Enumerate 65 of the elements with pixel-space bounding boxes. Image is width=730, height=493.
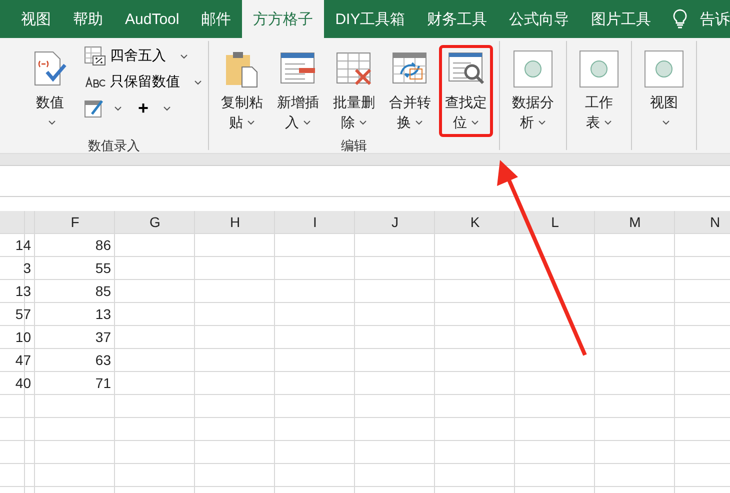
ribbon-button[interactable]: 数据分 析: [506, 45, 560, 150]
lightbulb-icon[interactable]: [672, 9, 688, 29]
caret-icon: [359, 120, 367, 124]
caret-icon: [604, 120, 612, 124]
ribbon-tab[interactable]: 图片工具: [580, 0, 662, 38]
caret-icon: [538, 120, 546, 124]
ribbon-tab[interactable]: DIY工具箱: [324, 0, 416, 38]
group-label: 编辑: [340, 137, 368, 155]
table-pencil-icon: [84, 98, 106, 118]
caret-icon: [162, 106, 171, 110]
ribbon-button[interactable]: 合并转 换: [383, 45, 437, 137]
table-cell-text: 85: [94, 282, 112, 301]
table-cell-text: 40: [14, 374, 32, 393]
ribbon-small-button[interactable]: 四舍五入: [84, 45, 202, 67]
ribbon-tab[interactable]: 公式向导: [498, 0, 580, 38]
document-check-icon: [32, 50, 68, 88]
table-cell-text: 55: [94, 259, 112, 278]
caret-icon: [114, 106, 122, 110]
table-cell-text: 86: [94, 236, 112, 255]
ribbon-button[interactable]: 工作 表: [573, 45, 625, 150]
ribbon-small-button[interactable]: +: [84, 97, 202, 119]
caret-icon: [48, 120, 56, 124]
column-header[interactable]: I: [275, 211, 355, 234]
group-label: 数值录入: [87, 137, 141, 155]
table-delete-icon: [335, 50, 373, 88]
ribbon-button[interactable]: 视图: [638, 45, 690, 150]
column-header[interactable]: M: [595, 211, 675, 234]
table-cell-text: 57: [14, 305, 32, 324]
table-cell-text: 71: [94, 374, 112, 393]
table-cell-text: 10: [14, 328, 32, 347]
ribbon-tab[interactable]: 方方格子: [242, 0, 324, 38]
table-cell-text: 47: [14, 351, 32, 370]
table-cell-text: 37: [94, 328, 112, 347]
table-cell-text: 13: [94, 305, 112, 324]
caret-icon: [194, 80, 202, 84]
ribbon-tab[interactable]: 财务工具: [416, 0, 498, 38]
ribbon-button[interactable]: 查找定 位: [439, 45, 493, 137]
caret-icon: [662, 120, 670, 124]
column-header[interactable]: K: [435, 211, 515, 234]
ribbon-tab[interactable]: 邮件: [190, 0, 242, 38]
tell-me-search[interactable]: 告诉: [688, 0, 730, 38]
ribbon-button[interactable]: 复制粘 贴: [215, 45, 269, 137]
column-header[interactable]: H: [195, 211, 275, 234]
column-header[interactable]: G: [115, 211, 195, 234]
ribbon-tab[interactable]: 视图: [10, 0, 62, 38]
ribbon-button[interactable]: 新增插 入: [271, 45, 325, 137]
ribbon-small-button[interactable]: 只保留数值: [84, 71, 202, 93]
caret-icon: [471, 120, 479, 124]
caret-icon: [303, 120, 311, 124]
text-abc-icon: [84, 75, 106, 89]
ribbon-tab[interactable]: 帮助: [62, 0, 114, 38]
column-header[interactable]: J: [355, 211, 435, 234]
column-header[interactable]: F: [35, 211, 115, 234]
table-cell-text: 63: [94, 351, 112, 370]
table-cell-text: 13: [14, 282, 32, 301]
ribbon-button[interactable]: 数值: [26, 45, 74, 137]
column-header[interactable]: N: [675, 211, 730, 234]
column-header[interactable]: L: [515, 211, 595, 234]
caret-icon: [247, 120, 255, 124]
table-cell-text: 14: [14, 236, 32, 255]
table-cell-text: 3: [22, 259, 32, 278]
ribbon-tab[interactable]: AudTool: [114, 0, 190, 38]
caret-icon: [415, 120, 423, 124]
ribbon-button[interactable]: 批量删 除: [327, 45, 381, 137]
caret-icon: [180, 54, 188, 58]
